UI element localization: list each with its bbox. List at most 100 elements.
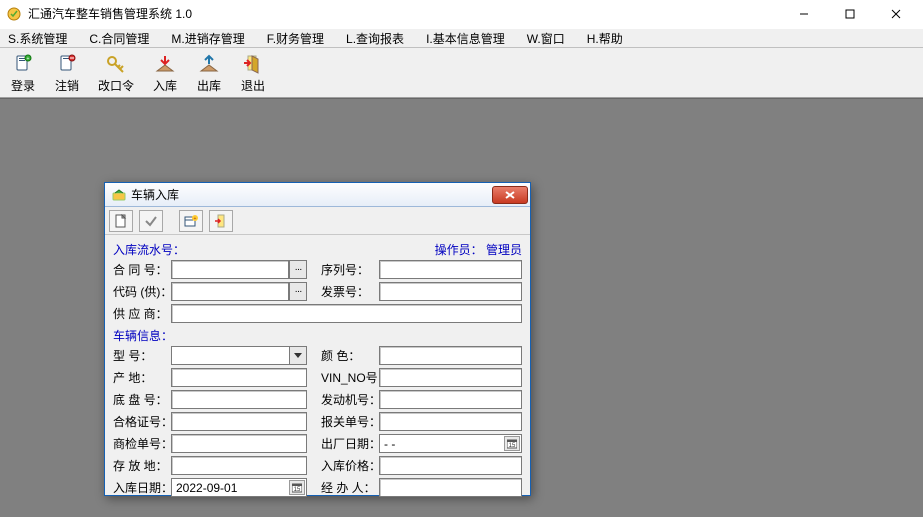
handler-input[interactable] (379, 478, 522, 497)
dialog-new-button[interactable] (109, 210, 133, 232)
supplier-label: 供 应 商： (113, 305, 171, 322)
origin-label: 产 地： (113, 369, 171, 386)
app-icon (6, 6, 22, 22)
calendar-icon[interactable]: 15 (289, 480, 305, 495)
key-icon (104, 52, 128, 76)
cert-input[interactable] (171, 412, 307, 431)
model-label: 型 号： (113, 347, 171, 364)
handler-label: 经 办 人： (321, 479, 379, 496)
minimize-button[interactable] (781, 0, 827, 28)
engine-label: 发动机号： (321, 391, 379, 408)
vehicle-inbound-dialog: 车辆入库 + 入库流水号： (104, 182, 531, 496)
menu-contract[interactable]: C.合同管理 (85, 29, 153, 48)
dialog-body: 入库流水号： 操作员： 管理员 合 同 号： ··· 序列号： 代码 (供)： … (105, 235, 530, 503)
toolbar-login-label: 登录 (11, 77, 35, 94)
menu-baseinfo[interactable]: I.基本信息管理 (422, 29, 509, 48)
menu-help[interactable]: H.帮助 (583, 29, 627, 48)
supplier-code-label: 代码 (供)： (113, 283, 171, 300)
dialog-titlebar[interactable]: 车辆入库 (105, 183, 530, 207)
cert-label: 合格证号： (113, 413, 171, 430)
out-date-value: - - (384, 437, 395, 451)
toolbar-exit-label: 退出 (241, 77, 265, 94)
toolbar-password-label: 改口令 (98, 77, 134, 94)
engine-input[interactable] (379, 390, 522, 409)
out-stock-icon (197, 52, 221, 76)
maximize-button[interactable] (827, 0, 873, 28)
supplier-input[interactable] (171, 304, 522, 323)
svg-text:15: 15 (509, 443, 516, 449)
toolbar-instock[interactable]: 入库 (148, 50, 182, 96)
toolbar-password[interactable]: 改口令 (94, 50, 138, 96)
chassis-input[interactable] (171, 390, 307, 409)
color-label: 颜 色： (321, 347, 379, 364)
menu-stock[interactable]: M.进销存管理 (167, 29, 248, 48)
chassis-label: 底 盘 号： (113, 391, 171, 408)
section-inbound-header: 入库流水号： 操作员： 管理员 (113, 241, 522, 258)
supplier-code-browse[interactable]: ··· (289, 282, 307, 301)
main-toolbar: + 登录 注销 改口令 入库 出库 退出 (0, 48, 923, 98)
exit-icon (241, 52, 265, 76)
menu-query[interactable]: L.查询报表 (342, 29, 408, 48)
in-stock-icon (153, 52, 177, 76)
storage-input[interactable] (171, 456, 307, 475)
calendar-icon[interactable]: 15 (504, 436, 520, 451)
origin-input[interactable] (171, 368, 307, 387)
logout-icon (55, 52, 79, 76)
menu-system[interactable]: S.系统管理 (4, 29, 71, 48)
add-record-icon: + (184, 214, 198, 228)
dialog-icon (111, 187, 127, 203)
customs-input[interactable] (379, 412, 522, 431)
storage-label: 存 放 地： (113, 457, 171, 474)
mdi-client-area: 车辆入库 + 入库流水号： (0, 98, 923, 517)
close-button[interactable] (873, 0, 919, 28)
door-exit-icon (214, 214, 228, 228)
inbound-form: 合 同 号： ··· 序列号： 代码 (供)： ··· 发票号： 供 应 商： (113, 260, 522, 323)
toolbar-logout[interactable]: 注销 (50, 50, 84, 96)
contract-no-input[interactable] (171, 260, 289, 279)
inspect-label: 商检单号： (113, 435, 171, 452)
in-date-input[interactable]: 2022-09-01 15 (171, 478, 307, 497)
invoice-no-label: 发票号： (321, 283, 379, 300)
menu-window[interactable]: W.窗口 (523, 29, 569, 48)
menu-finance[interactable]: F.财务管理 (263, 29, 328, 48)
section-vehicle-title: 车辆信息： (113, 327, 173, 344)
in-price-input[interactable] (379, 456, 522, 475)
in-date-value: 2022-09-01 (176, 481, 237, 495)
vehicle-form: 型 号： 颜 色： 产 地： VIN_NO号： 底 盘 号： 发动机号： 合格 (113, 346, 522, 497)
toolbar-logout-label: 注销 (55, 77, 79, 94)
dialog-title: 车辆入库 (131, 186, 179, 203)
customs-label: 报关单号： (321, 413, 379, 430)
serial-no-input[interactable] (379, 260, 522, 279)
login-icon: + (11, 52, 35, 76)
serial-no-label: 序列号： (321, 261, 379, 278)
dialog-exit-button[interactable] (209, 210, 233, 232)
window-title: 汇通汽车整车销售管理系统 1.0 (28, 5, 192, 22)
contract-no-browse[interactable]: ··· (289, 260, 307, 279)
svg-text:15: 15 (294, 487, 301, 493)
check-icon (144, 214, 158, 228)
model-combo[interactable] (171, 346, 307, 365)
dialog-add-record-button[interactable]: + (179, 210, 203, 232)
toolbar-login[interactable]: + 登录 (6, 50, 40, 96)
toolbar-exit[interactable]: 退出 (236, 50, 270, 96)
out-date-label: 出厂日期： (321, 435, 379, 452)
contract-no-label: 合 同 号： (113, 261, 171, 278)
vin-input[interactable] (379, 368, 522, 387)
toolbar-outstock-label: 出库 (197, 77, 221, 94)
toolbar-outstock[interactable]: 出库 (192, 50, 226, 96)
in-price-label: 入库价格： (321, 457, 379, 474)
out-date-input[interactable]: - - 15 (379, 434, 522, 453)
color-input[interactable] (379, 346, 522, 365)
supplier-code-input[interactable] (171, 282, 289, 301)
dialog-toolbar: + (105, 207, 530, 235)
section-inbound-title: 入库流水号： (113, 241, 185, 258)
invoice-no-input[interactable] (379, 282, 522, 301)
dialog-confirm-button[interactable] (139, 210, 163, 232)
dialog-close-button[interactable] (492, 186, 528, 204)
toolbar-instock-label: 入库 (153, 77, 177, 94)
chevron-down-icon (289, 347, 306, 364)
section-vehicle-header: 车辆信息： (113, 327, 522, 344)
operator-label: 操作员： (435, 243, 483, 257)
main-titlebar: 汇通汽车整车销售管理系统 1.0 (0, 0, 923, 28)
inspect-input[interactable] (171, 434, 307, 453)
